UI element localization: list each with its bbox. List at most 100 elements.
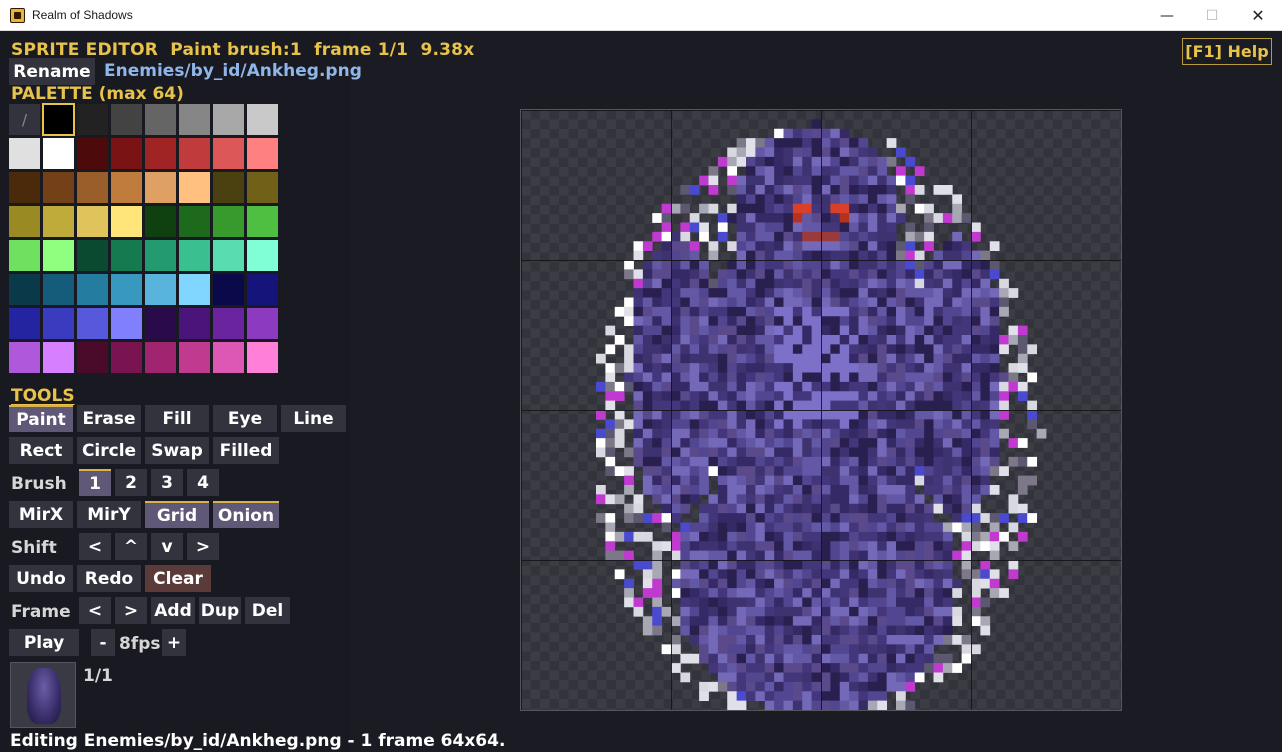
palette-swatch[interactable]: [179, 104, 210, 135]
shift-up-button[interactable]: ^: [115, 533, 147, 560]
palette-swatch[interactable]: [9, 308, 40, 339]
palette-swatch[interactable]: [9, 138, 40, 169]
minimize-icon[interactable]: —: [1144, 0, 1190, 31]
tool-fill-button[interactable]: Fill: [145, 405, 209, 432]
shift-down-button[interactable]: v: [151, 533, 183, 560]
palette-swatch[interactable]: [247, 240, 278, 271]
frame-add-button[interactable]: Add: [151, 597, 195, 624]
tool-paint-button[interactable]: Paint: [9, 405, 73, 432]
frame-duplicate-button[interactable]: Dup: [199, 597, 241, 624]
palette-swatch[interactable]: [43, 138, 74, 169]
palette-swatch[interactable]: [111, 172, 142, 203]
undo-button[interactable]: Undo: [9, 565, 73, 592]
fps-increase-button[interactable]: +: [162, 629, 186, 656]
palette-swatch[interactable]: [247, 104, 278, 135]
palette-swatch[interactable]: [9, 240, 40, 271]
tool-line-button[interactable]: Line: [281, 405, 346, 432]
palette-swatch[interactable]: [43, 274, 74, 305]
palette-swatch[interactable]: [213, 274, 244, 305]
grid-toggle[interactable]: Grid: [145, 501, 209, 528]
brush-size-3-button[interactable]: 3: [151, 469, 183, 496]
shift-right-button[interactable]: >: [187, 533, 219, 560]
close-icon[interactable]: ✕: [1235, 0, 1281, 31]
palette-swatch[interactable]: [179, 308, 210, 339]
palette-swatch[interactable]: [179, 206, 210, 237]
palette-swatch[interactable]: [145, 172, 176, 203]
palette-swatch[interactable]: [111, 240, 142, 271]
tool-filled-button[interactable]: Filled: [213, 437, 279, 464]
sprite-canvas[interactable]: [520, 109, 1122, 711]
palette-swatch[interactable]: [111, 104, 142, 135]
rename-button[interactable]: Rename: [9, 58, 95, 85]
mirror-y-toggle[interactable]: MirY: [77, 501, 141, 528]
tool-erase-button[interactable]: Erase: [77, 405, 141, 432]
palette-swatch[interactable]: [77, 104, 108, 135]
palette-swatch[interactable]: [213, 138, 244, 169]
palette-swatch[interactable]: [247, 138, 278, 169]
palette-swatch[interactable]: [145, 138, 176, 169]
redo-button[interactable]: Redo: [77, 565, 141, 592]
frame-thumbnail[interactable]: [10, 662, 76, 728]
brush-size-4-button[interactable]: 4: [187, 469, 219, 496]
mirror-x-toggle[interactable]: MirX: [9, 501, 73, 528]
maximize-icon[interactable]: ☐: [1189, 0, 1235, 31]
palette-swatch[interactable]: [9, 342, 40, 373]
palette-swatch[interactable]: [77, 172, 108, 203]
palette-swatch[interactable]: [247, 274, 278, 305]
palette-swatch[interactable]: [42, 103, 75, 136]
palette-swatch[interactable]: [145, 240, 176, 271]
palette-swatch[interactable]: [179, 240, 210, 271]
palette-swatch[interactable]: [247, 172, 278, 203]
palette-swatch[interactable]: [9, 206, 40, 237]
shift-left-button[interactable]: <: [79, 533, 111, 560]
palette-swatch[interactable]: [77, 308, 108, 339]
palette-swatch[interactable]: [145, 274, 176, 305]
palette-swatch[interactable]: [247, 342, 278, 373]
palette-swatch[interactable]: [77, 240, 108, 271]
palette-swatch[interactable]: [111, 308, 142, 339]
frame-next-button[interactable]: >: [115, 597, 147, 624]
palette-swatch[interactable]: [111, 274, 142, 305]
tool-eyedropper-button[interactable]: Eye: [213, 405, 277, 432]
palette-swatch[interactable]: [247, 206, 278, 237]
help-button[interactable]: [F1] Help: [1182, 38, 1272, 65]
palette-swatch[interactable]: [77, 206, 108, 237]
frame-prev-button[interactable]: <: [79, 597, 111, 624]
palette-swatch[interactable]: [213, 206, 244, 237]
brush-size-2-button[interactable]: 2: [115, 469, 147, 496]
clear-button[interactable]: Clear: [145, 565, 211, 592]
palette-swatch[interactable]: [179, 172, 210, 203]
palette-swatch[interactable]: [43, 342, 74, 373]
tool-rect-button[interactable]: Rect: [9, 437, 73, 464]
palette-swatch[interactable]: [145, 342, 176, 373]
palette-swatch[interactable]: [43, 240, 74, 271]
palette-swatch[interactable]: [213, 240, 244, 271]
fps-decrease-button[interactable]: -: [91, 629, 115, 656]
palette-swatch[interactable]: [213, 308, 244, 339]
palette-swatch[interactable]: [179, 138, 210, 169]
palette-swatch[interactable]: [145, 104, 176, 135]
palette-transparent-swatch[interactable]: /: [9, 104, 40, 135]
play-button[interactable]: Play: [9, 629, 79, 656]
palette-swatch[interactable]: [77, 138, 108, 169]
palette-swatch[interactable]: [43, 206, 74, 237]
tool-swap-button[interactable]: Swap: [145, 437, 209, 464]
palette-swatch[interactable]: [213, 172, 244, 203]
palette-swatch[interactable]: [247, 308, 278, 339]
tool-circle-button[interactable]: Circle: [77, 437, 141, 464]
palette-swatch[interactable]: [111, 206, 142, 237]
palette-swatch[interactable]: [179, 274, 210, 305]
palette-swatch[interactable]: [145, 206, 176, 237]
palette-swatch[interactable]: [145, 308, 176, 339]
frame-delete-button[interactable]: Del: [245, 597, 290, 624]
palette-swatch[interactable]: [77, 342, 108, 373]
palette-swatch[interactable]: [9, 172, 40, 203]
palette-swatch[interactable]: [9, 274, 40, 305]
palette-swatch[interactable]: [77, 274, 108, 305]
brush-size-1-button[interactable]: 1: [79, 469, 111, 496]
palette-swatch[interactable]: [213, 342, 244, 373]
palette-swatch[interactable]: [43, 172, 74, 203]
palette-swatch[interactable]: [111, 342, 142, 373]
palette-swatch[interactable]: [43, 308, 74, 339]
palette-swatch[interactable]: [179, 342, 210, 373]
